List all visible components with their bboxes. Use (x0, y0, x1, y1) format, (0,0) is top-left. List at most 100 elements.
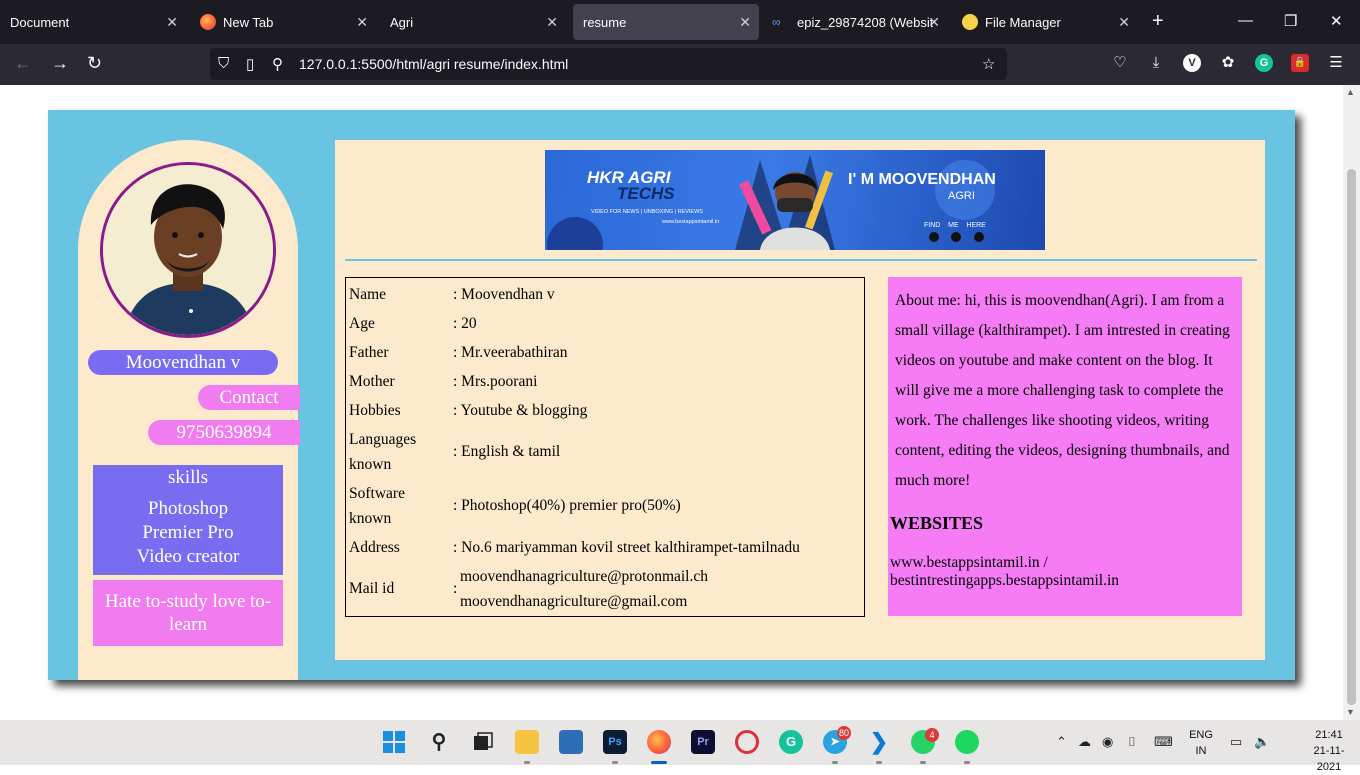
scroll-down-icon[interactable]: ▼ (1346, 707, 1355, 717)
websites-heading: WEBSITES (890, 513, 984, 533)
grammarly-icon[interactable]: G (1255, 54, 1273, 72)
tab-file-manager[interactable]: File Manager ✕ (952, 0, 1138, 44)
detail-value: : Youtube & blogging (453, 402, 588, 419)
detail-key: Father (349, 344, 389, 361)
banner-brand: HKR AGRI TECHS (587, 169, 675, 203)
profile-card: Moovendhan v Contact 9750639894 skills P… (78, 140, 300, 680)
firefox-taskbar-icon[interactable] (647, 730, 671, 754)
windows-start-icon[interactable] (382, 730, 406, 754)
close-icon[interactable]: ✕ (166, 14, 178, 31)
url-host: 127.0.0.1 (299, 56, 358, 72)
usb-icon[interactable]: ⌷ (1128, 734, 1136, 750)
keyboard-icon[interactable]: ⌨ (1154, 734, 1173, 750)
bookmark-star-icon[interactable]: ☆ (982, 55, 995, 73)
skill-item: Premier Pro (142, 522, 234, 543)
pocket-icon[interactable]: ♡ (1111, 54, 1129, 72)
tab-new-tab[interactable]: New Tab ✕ (190, 0, 376, 44)
banner-image: HKR AGRI TECHS VIDEO FOR NEWS | UNBOXING… (545, 150, 1045, 250)
language-indicator[interactable]: ENG IN (1186, 727, 1216, 759)
tab-label: Agri (390, 14, 414, 30)
close-icon[interactable]: ✕ (546, 14, 558, 31)
tab-document[interactable]: Document ✕ (0, 0, 186, 44)
restore-icon[interactable]: ❐ (1284, 12, 1297, 30)
close-icon[interactable]: ✕ (356, 14, 368, 31)
skill-item: Photoshop (147, 498, 229, 519)
windows-taskbar: ⚲ Ps Pr G ➤ 80 ❯ 4 ⌃ ☁ ◉ ⌷ ⌨ ENG IN ▭ 🔈 … (0, 720, 1360, 773)
running-indicator (612, 761, 618, 764)
profile-name: Moovendhan v (88, 350, 278, 375)
banner-brand-line2: TECHS (617, 184, 675, 203)
onedrive-icon[interactable]: ☁ (1078, 734, 1091, 750)
vscode-icon[interactable]: ❯ (867, 730, 891, 754)
clock-date: 21-11-2021 (1313, 745, 1345, 773)
details-table: Name : Moovendhan v Age : 20 Father : Mr… (345, 277, 865, 617)
running-indicator (964, 761, 970, 764)
window-close-icon[interactable]: ✕ (1330, 12, 1343, 30)
back-icon[interactable]: ← (14, 53, 32, 73)
url-text[interactable]: 127.0.0.1:5500/html/agri resume/index.ht… (299, 56, 568, 72)
permissions-icon[interactable]: ⚲ (272, 55, 283, 73)
clock[interactable]: 21:41 21-11-2021 (1306, 727, 1352, 775)
volume-icon[interactable]: 🔈 (1254, 734, 1270, 750)
shield-icon[interactable]: ⛉ (218, 55, 229, 72)
page-viewport: Moovendhan v Contact 9750639894 skills P… (0, 85, 1343, 720)
forward-icon[interactable]: → (51, 53, 69, 73)
close-icon[interactable]: ✕ (739, 14, 751, 31)
close-icon[interactable]: ✕ (1118, 14, 1130, 31)
detail-key: Software known (349, 485, 405, 527)
infinity-icon: ∞ (772, 15, 781, 29)
about-box: About me: hi, this is moovendhan(Agri). … (888, 277, 1242, 616)
tray-chevron-icon[interactable]: ⌃ (1056, 734, 1067, 750)
tab-label: resume (583, 14, 627, 30)
lang-code: ENG (1189, 729, 1213, 741)
opera-icon[interactable] (735, 730, 759, 754)
scroll-thumb[interactable] (1347, 169, 1356, 705)
profile-photo (103, 165, 273, 335)
tab-epiz[interactable]: ∞ epiz_29874208 (Website f ✕ (762, 0, 948, 44)
page-icon[interactable]: ▯ (246, 55, 254, 73)
page-scrollbar[interactable]: ▲ ▼ (1343, 85, 1360, 720)
network-icon[interactable]: ▭ (1230, 734, 1242, 750)
browser-tab-bar: Document ✕ New Tab ✕ Agri ✕ resume ✕ ∞ e… (0, 0, 1360, 44)
url-bar[interactable]: ⛉ ▯ ⚲ 127.0.0.1:5500/html/agri resume/in… (210, 48, 1007, 80)
scroll-up-icon[interactable]: ▲ (1346, 87, 1355, 97)
lock-extension-icon[interactable]: 🔒 (1291, 54, 1309, 72)
about-text: About me: hi, this is moovendhan(Agri). … (895, 292, 1230, 489)
photos-icon[interactable] (559, 730, 583, 754)
detail-value: : Mrs.poorani (453, 373, 538, 390)
spotify-icon[interactable] (955, 730, 979, 754)
premiere-icon[interactable]: Pr (691, 730, 715, 754)
minimize-icon[interactable]: — (1238, 12, 1253, 29)
task-view-icon[interactable] (471, 730, 495, 754)
tab-resume[interactable]: resume ✕ (573, 4, 759, 40)
menu-icon[interactable]: ☰ (1327, 54, 1345, 72)
download-icon[interactable]: ⤓ (1147, 54, 1165, 72)
detail-key: Hobbies (349, 402, 401, 419)
tab-label: File Manager (985, 14, 1061, 30)
email-primary: moovendhanagriculture@protonmail.ch (460, 568, 708, 585)
running-indicator (876, 761, 882, 764)
tab-agri[interactable]: Agri ✕ (380, 0, 566, 44)
security-icon[interactable]: ◉ (1102, 734, 1113, 750)
extension-icon[interactable]: ✿ (1219, 54, 1237, 72)
detail-key: Age (349, 315, 375, 332)
email-secondary: moovendhanagriculture@gmail.com (460, 593, 688, 610)
close-icon[interactable]: ✕ (928, 14, 940, 31)
vimeo-extension-icon[interactable]: V (1183, 54, 1201, 72)
detail-key: Mother (349, 373, 395, 390)
tab-label: epiz_29874208 (Website f (797, 14, 933, 30)
quote-box: Hate to-study love to-learn (93, 580, 283, 646)
running-indicator (832, 761, 838, 764)
photoshop-icon[interactable]: Ps (603, 730, 627, 754)
search-icon[interactable]: ⚲ (427, 730, 451, 754)
avatar (100, 162, 276, 338)
tab-label: Document (10, 14, 70, 30)
file-explorer-icon[interactable] (515, 730, 539, 754)
tab-label: New Tab (223, 14, 274, 30)
browser-nav-bar: ← → ↻ ⛉ ▯ ⚲ 127.0.0.1:5500/html/agri res… (0, 44, 1360, 85)
detail-key: Languages known (349, 431, 417, 473)
reload-icon[interactable]: ↻ (87, 53, 102, 73)
new-tab-button[interactable]: + (1152, 11, 1164, 31)
grammarly-taskbar-icon[interactable]: G (779, 730, 803, 754)
region-code: IN (1195, 745, 1207, 757)
